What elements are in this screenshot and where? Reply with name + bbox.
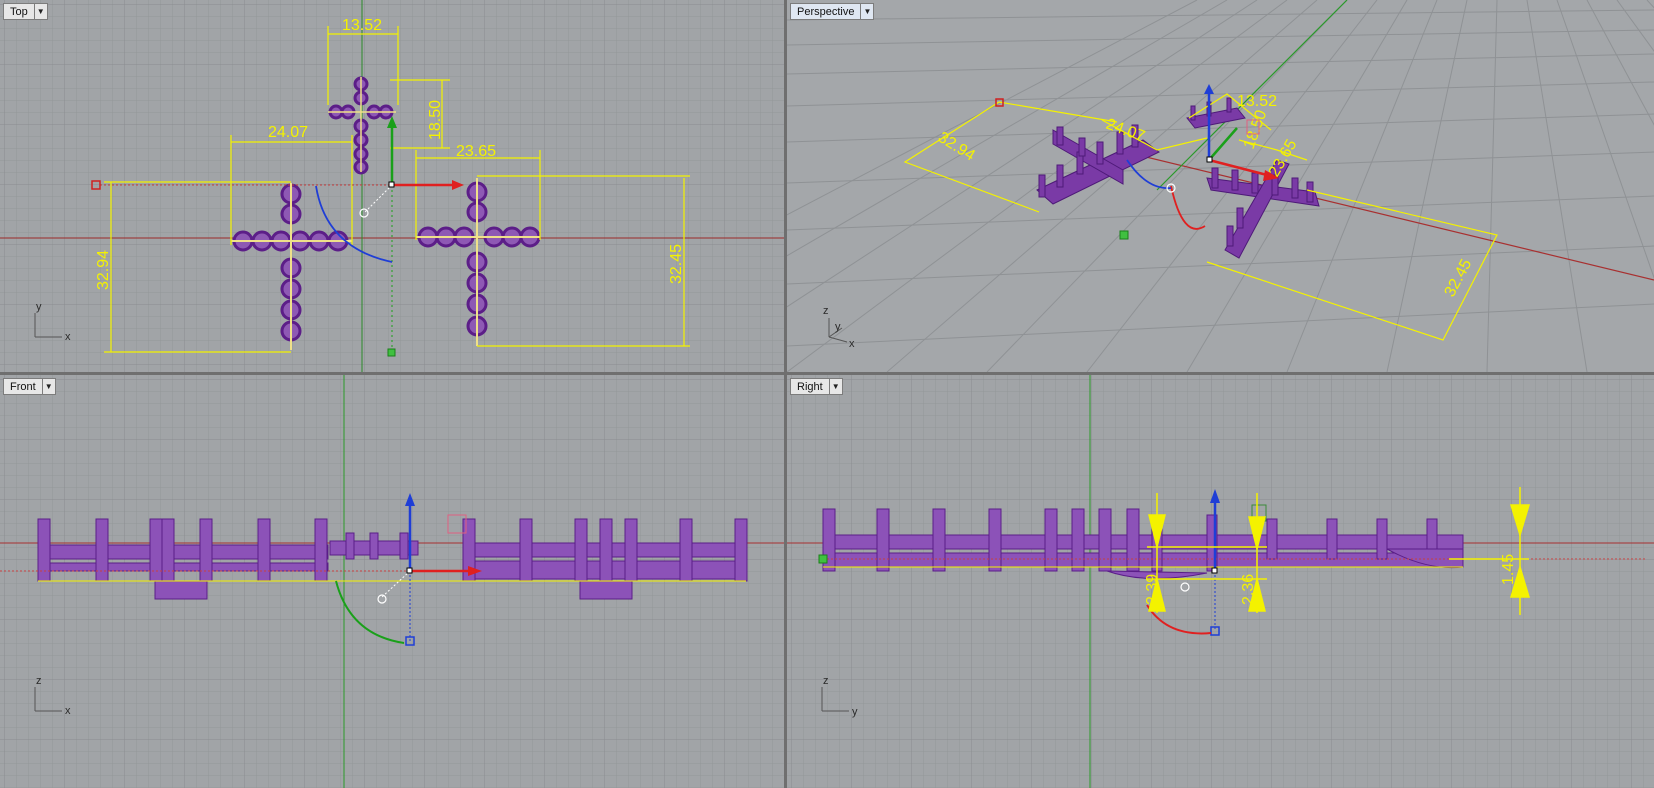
viewport-title-text: Top bbox=[10, 5, 28, 18]
right-view-canvas[interactable]: 2.39 2.36 1.45 z y bbox=[787, 375, 1654, 788]
svg-text:13.52: 13.52 bbox=[1237, 93, 1277, 110]
caret-down-icon[interactable]: ▼ bbox=[33, 4, 47, 19]
dim-width-left: 24.07 bbox=[268, 124, 308, 141]
caret-down-icon[interactable]: ▼ bbox=[828, 379, 842, 394]
caret-down-icon[interactable]: ▼ bbox=[860, 4, 873, 19]
viewport-front[interactable]: Front ▼ z x bbox=[0, 375, 784, 788]
dim-height-small: 18.50 bbox=[427, 100, 444, 140]
top-view-canvas[interactable]: 13.52 18.50 24.07 23.65 32.94 32.45 y x bbox=[0, 0, 784, 372]
caret-down-icon[interactable]: ▼ bbox=[41, 379, 55, 394]
viewport-title-text: Right bbox=[797, 380, 823, 393]
dim-width-right: 23.65 bbox=[456, 143, 496, 160]
viewport-right[interactable]: Right ▼ 2.39 2.36 1.45 z y bbox=[787, 375, 1654, 788]
svg-text:z: z bbox=[823, 305, 829, 317]
viewport-title-front[interactable]: Front ▼ bbox=[3, 378, 56, 395]
svg-text:2.39: 2.39 bbox=[1144, 574, 1161, 605]
dim-height-left: 32.94 bbox=[95, 250, 112, 290]
svg-text:x: x bbox=[849, 338, 855, 350]
svg-text:x: x bbox=[65, 705, 71, 717]
svg-text:y: y bbox=[835, 321, 841, 333]
svg-text:1.45: 1.45 bbox=[1500, 554, 1517, 585]
svg-text:z: z bbox=[823, 675, 829, 687]
svg-text:y: y bbox=[852, 706, 858, 718]
viewport-perspective[interactable]: Perspective ▼ 32.94 24.07 13.52 18.50 23… bbox=[787, 0, 1654, 372]
viewport-title-text: Front bbox=[10, 380, 36, 393]
svg-text:y: y bbox=[36, 301, 42, 313]
dim-height-right: 32.45 bbox=[668, 244, 685, 284]
viewport-top[interactable]: Top ▼ 13.52 18.50 24.07 23.65 32.94 32.4… bbox=[0, 0, 784, 372]
svg-text:2.36: 2.36 bbox=[1240, 574, 1257, 605]
perspective-canvas[interactable]: 32.94 24.07 13.52 18.50 23.65 32.45 z y … bbox=[787, 0, 1654, 372]
viewport-title-perspective[interactable]: Perspective ▼ bbox=[790, 3, 875, 20]
point-marker-green bbox=[387, 348, 396, 357]
svg-text:x: x bbox=[65, 331, 71, 343]
svg-text:z: z bbox=[36, 675, 42, 687]
dim-width-small: 13.52 bbox=[342, 17, 382, 34]
front-view-canvas[interactable]: z x bbox=[0, 375, 784, 788]
viewport-title-text: Perspective bbox=[797, 5, 855, 18]
viewport-title-top[interactable]: Top ▼ bbox=[3, 3, 48, 20]
viewport-title-right[interactable]: Right ▼ bbox=[790, 378, 843, 395]
